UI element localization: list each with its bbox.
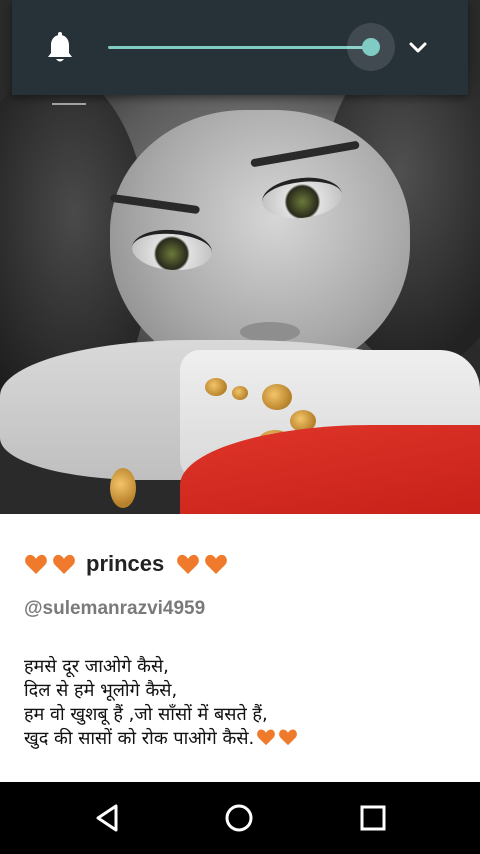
heart-icon <box>257 729 276 746</box>
back-triangle-icon[interactable] <box>90 800 126 836</box>
photo-lips <box>240 322 300 342</box>
heart-icon <box>205 554 228 574</box>
poem-line: हमसे दूर जाओगे कैसे, <box>24 656 169 677</box>
volume-slider-thumb[interactable] <box>362 38 380 56</box>
heart-icon <box>177 554 200 574</box>
volume-slider-track[interactable] <box>108 46 372 49</box>
photo-ring <box>110 468 136 508</box>
post-poem: हमसे दूर जाओगे कैसे, दिल से हमे भूलोगे क… <box>24 655 298 751</box>
post-author-name: princes <box>86 551 165 576</box>
poem-line-text: खुद की सासों को रोक पाओगे कैसे. <box>24 728 255 749</box>
heart-icon <box>53 554 75 574</box>
home-circle-icon[interactable] <box>221 800 257 836</box>
post-username[interactable]: @sulemanrazvi4959 <box>24 598 205 620</box>
heart-icon <box>25 554 47 574</box>
poem-line-last: खुद की सासों को रोक पाओगे कैसे. <box>24 727 298 751</box>
system-navigation-bar <box>0 782 480 854</box>
heart-icon <box>279 729 298 746</box>
photo-embroidery <box>262 384 292 410</box>
photo-embroidery <box>205 378 227 396</box>
chevron-down-icon[interactable] <box>406 36 430 60</box>
poem-line: हम वो खुशबू हैं ,जो साँसों में बसते हैं, <box>24 704 268 725</box>
post-name-row: princes <box>24 548 232 580</box>
bell-icon[interactable] <box>46 32 74 64</box>
panel-handle <box>52 103 86 105</box>
recents-square-icon[interactable] <box>355 800 391 836</box>
poem-line: दिल से हमे भूलोगे कैसे, <box>24 680 178 701</box>
photo-embroidery <box>232 386 248 400</box>
volume-panel <box>12 0 468 95</box>
